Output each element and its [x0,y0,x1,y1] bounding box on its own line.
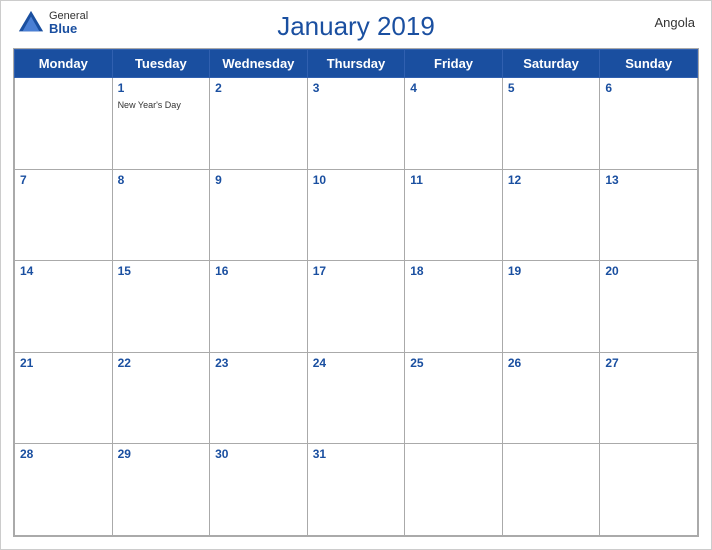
day-number: 20 [605,264,692,278]
day-number: 11 [410,173,497,187]
calendar-cell: 29 [112,444,210,536]
calendar-week-row: 1 New Year's Day 23456 [15,78,698,170]
day-number: 18 [410,264,497,278]
calendar-cell: 8 [112,169,210,261]
day-number: 17 [313,264,400,278]
day-number: 9 [215,173,302,187]
day-number: 7 [20,173,107,187]
calendar-week-row: 789 10 11 12 13 [15,169,698,261]
calendar-cell: 21 [15,352,113,444]
logo-blue-text: Blue [49,22,88,36]
calendar-cell: 7 [15,169,113,261]
day-number: 24 [313,356,400,370]
day-number: 8 [118,173,205,187]
calendar-cell: 18 [405,261,503,353]
calendar-cell: 28 [15,444,113,536]
day-number: 5 [508,81,595,95]
day-number: 3 [313,81,400,95]
calendar-cell: 14 [15,261,113,353]
calendar-cell [502,444,600,536]
calendar-page: General Blue January 2019 Angola Monday … [0,0,712,550]
logo: General Blue [17,9,88,37]
calendar-table: Monday Tuesday Wednesday Thursday Friday… [14,49,698,536]
col-friday: Friday [405,50,503,78]
calendar-grid: Monday Tuesday Wednesday Thursday Friday… [13,48,699,537]
calendar-cell: 9 [210,169,308,261]
day-number: 27 [605,356,692,370]
col-tuesday: Tuesday [112,50,210,78]
calendar-week-row: 28 29 30 31 [15,444,698,536]
day-number: 1 [118,81,205,95]
day-number: 25 [410,356,497,370]
calendar-cell: 26 [502,352,600,444]
holiday-label: New Year's Day [118,100,181,110]
calendar-cell: 31 [307,444,405,536]
col-monday: Monday [15,50,113,78]
calendar-cell: 27 [600,352,698,444]
col-wednesday: Wednesday [210,50,308,78]
day-number: 26 [508,356,595,370]
day-number: 30 [215,447,302,461]
day-number: 22 [118,356,205,370]
day-number: 19 [508,264,595,278]
day-number: 10 [313,173,400,187]
calendar-cell: 10 [307,169,405,261]
calendar-cell: 12 [502,169,600,261]
calendar-header: General Blue January 2019 Angola [1,1,711,48]
calendar-cell: 17 [307,261,405,353]
calendar-cell: 15 [112,261,210,353]
day-number: 6 [605,81,692,95]
calendar-cell: 6 [600,78,698,170]
col-thursday: Thursday [307,50,405,78]
day-number: 21 [20,356,107,370]
day-number: 31 [313,447,400,461]
calendar-cell: 3 [307,78,405,170]
day-number: 12 [508,173,595,187]
calendar-cell: 16 [210,261,308,353]
calendar-cell: 1 New Year's Day [112,78,210,170]
calendar-cell [405,444,503,536]
calendar-cell: 2 [210,78,308,170]
day-number: 29 [118,447,205,461]
col-sunday: Sunday [600,50,698,78]
day-number: 16 [215,264,302,278]
calendar-cell: 22 [112,352,210,444]
logo-text: General Blue [49,10,88,36]
col-saturday: Saturday [502,50,600,78]
day-number: 13 [605,173,692,187]
day-number: 2 [215,81,302,95]
calendar-cell [15,78,113,170]
day-number: 14 [20,264,107,278]
calendar-cell: 19 [502,261,600,353]
day-number: 28 [20,447,107,461]
calendar-cell: 20 [600,261,698,353]
calendar-title: January 2019 [277,11,435,42]
calendar-cell: 25 [405,352,503,444]
calendar-cell: 30 [210,444,308,536]
day-number: 4 [410,81,497,95]
calendar-cell: 24 [307,352,405,444]
calendar-cell: 23 [210,352,308,444]
calendar-cell: 4 [405,78,503,170]
country-label: Angola [655,15,695,30]
calendar-week-row: 21 22 23 24 25 26 27 [15,352,698,444]
day-number: 23 [215,356,302,370]
calendar-cell: 5 [502,78,600,170]
weekday-header-row: Monday Tuesday Wednesday Thursday Friday… [15,50,698,78]
logo-icon [17,9,45,37]
calendar-week-row: 14 15 16 17 18 19 20 [15,261,698,353]
day-number: 15 [118,264,205,278]
calendar-cell [600,444,698,536]
calendar-cell: 13 [600,169,698,261]
calendar-cell: 11 [405,169,503,261]
